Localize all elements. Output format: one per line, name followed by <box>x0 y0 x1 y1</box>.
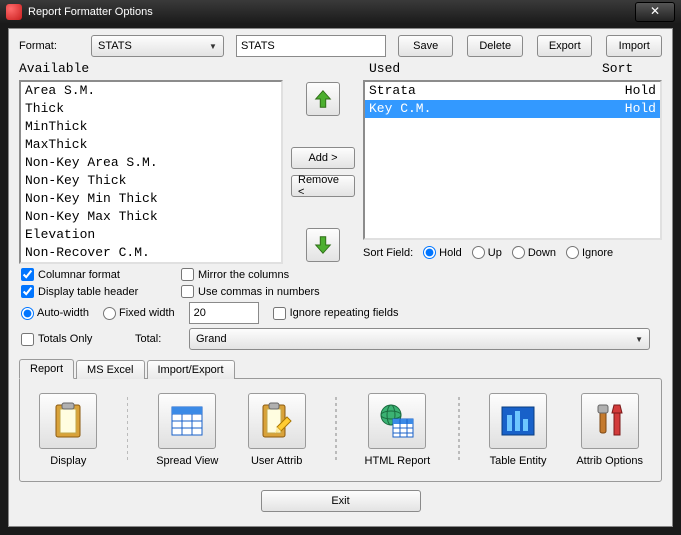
format-combo-value: STATS <box>98 40 132 52</box>
sort-ignore-radio[interactable]: Ignore <box>566 246 613 259</box>
totals-only-checkbox[interactable]: Totals Only <box>21 333 121 346</box>
window: Report Formatter Options ✕ Format: STATS… <box>0 0 681 535</box>
app-icon <box>6 4 22 20</box>
tab-report[interactable]: Report <box>19 359 74 379</box>
arrow-up-icon <box>312 88 334 110</box>
available-item[interactable]: Elevation <box>21 226 281 244</box>
available-item[interactable]: Thick <box>21 100 281 118</box>
tool-display[interactable]: Display <box>38 393 99 467</box>
available-header: Available <box>19 61 289 76</box>
sort-header: Sort <box>602 61 662 76</box>
separator <box>458 397 460 463</box>
format-combo[interactable]: STATS <box>91 35 224 57</box>
available-item[interactable]: Non-Key Area S.M. <box>21 154 281 172</box>
display-header-checkbox[interactable]: Display table header <box>21 285 161 298</box>
table-bars-icon <box>498 401 538 441</box>
columnar-checkbox[interactable]: Columnar format <box>21 268 161 281</box>
sort-field-row: Sort Field: Hold Up Down Ignore <box>363 246 662 259</box>
options-row-3: Auto-width Fixed width Ignore repeating … <box>9 300 672 326</box>
transfer-buttons: Add > Remove < <box>291 80 355 264</box>
sort-down-radio[interactable]: Down <box>512 246 556 259</box>
available-item[interactable]: Non-Key Thick <box>21 172 281 190</box>
available-item[interactable]: Non-Key Min Thick <box>21 190 281 208</box>
options-row-4: Totals Only Total: Grand <box>9 326 672 352</box>
sort-up-radio[interactable]: Up <box>472 246 502 259</box>
list-headers: Available Used Sort <box>9 61 672 76</box>
used-item[interactable]: StrataHold <box>365 82 660 100</box>
add-button[interactable]: Add > <box>291 147 355 169</box>
format-row: Format: STATS Save Delete Export Import <box>9 29 672 61</box>
width-input[interactable] <box>189 302 259 324</box>
save-button[interactable]: Save <box>398 35 454 57</box>
grid-icon <box>167 401 207 441</box>
format-name-input[interactable] <box>236 35 386 57</box>
available-item[interactable]: MinThick <box>21 118 281 136</box>
report-toolbar: Display Spread View User Attrib HTML <box>30 389 651 471</box>
remove-button[interactable]: Remove < <box>291 175 355 197</box>
total-label: Total: <box>135 333 175 345</box>
tool-html-report[interactable]: HTML Report <box>365 393 431 467</box>
options-row-1: Columnar format Mirror the columns <box>9 266 672 283</box>
fixed-width-radio[interactable]: Fixed width <box>103 307 175 320</box>
tools-icon <box>590 401 630 441</box>
options-row-2: Display table header Use commas in numbe… <box>9 283 672 300</box>
window-title: Report Formatter Options <box>28 6 153 18</box>
tabs-area: Report MS Excel Import/Export Display Sp… <box>19 358 662 482</box>
titlebar: Report Formatter Options ✕ <box>0 0 681 24</box>
exit-button[interactable]: Exit <box>261 490 421 512</box>
move-down-button[interactable] <box>306 228 340 262</box>
move-up-button[interactable] <box>306 82 340 116</box>
client-area: Format: STATS Save Delete Export Import … <box>8 28 673 527</box>
tool-table-entity[interactable]: Table Entity <box>488 393 549 467</box>
tool-spread-view[interactable]: Spread View <box>156 393 218 467</box>
clipboard-icon <box>48 401 88 441</box>
available-item[interactable]: Non-Recover C.M. <box>21 244 281 262</box>
total-combo[interactable]: Grand <box>189 328 650 350</box>
sort-hold-radio[interactable]: Hold <box>423 246 462 259</box>
available-item[interactable]: MaxThick <box>21 136 281 154</box>
tool-attrib-options[interactable]: Attrib Options <box>576 393 643 467</box>
lists-row: Area S.M.ThickMinThickMaxThickNon-Key Ar… <box>9 76 672 266</box>
sort-field-label: Sort Field: <box>363 247 413 259</box>
arrow-down-icon <box>312 234 334 256</box>
tabstrip: Report MS Excel Import/Export <box>19 358 662 378</box>
clipboard-pencil-icon <box>257 401 297 441</box>
tool-user-attrib[interactable]: User Attrib <box>246 393 307 467</box>
total-combo-value: Grand <box>196 333 227 345</box>
tab-body: Display Spread View User Attrib HTML <box>19 378 662 482</box>
separator <box>335 397 337 463</box>
used-item[interactable]: Key C.M.Hold <box>365 100 660 118</box>
tab-import-export[interactable]: Import/Export <box>147 360 235 379</box>
globe-grid-icon <box>377 401 417 441</box>
close-button[interactable]: ✕ <box>635 2 675 22</box>
auto-width-radio[interactable]: Auto-width <box>21 307 89 320</box>
ignore-repeat-checkbox[interactable]: Ignore repeating fields <box>273 307 399 320</box>
format-label: Format: <box>19 40 85 52</box>
available-item[interactable]: Non-Key Max Thick <box>21 208 281 226</box>
export-button[interactable]: Export <box>537 35 593 57</box>
tab-ms-excel[interactable]: MS Excel <box>76 360 144 379</box>
exit-row: Exit <box>9 482 672 520</box>
available-item[interactable]: Density <box>21 262 281 264</box>
available-item[interactable]: Area S.M. <box>21 82 281 100</box>
separator <box>127 397 129 463</box>
import-button[interactable]: Import <box>606 35 662 57</box>
used-header: Used <box>369 61 602 76</box>
delete-button[interactable]: Delete <box>467 35 523 57</box>
mirror-checkbox[interactable]: Mirror the columns <box>181 268 289 281</box>
available-list[interactable]: Area S.M.ThickMinThickMaxThickNon-Key Ar… <box>19 80 283 264</box>
used-list[interactable]: StrataHoldKey C.M.Hold <box>363 80 662 240</box>
use-commas-checkbox[interactable]: Use commas in numbers <box>181 285 320 298</box>
